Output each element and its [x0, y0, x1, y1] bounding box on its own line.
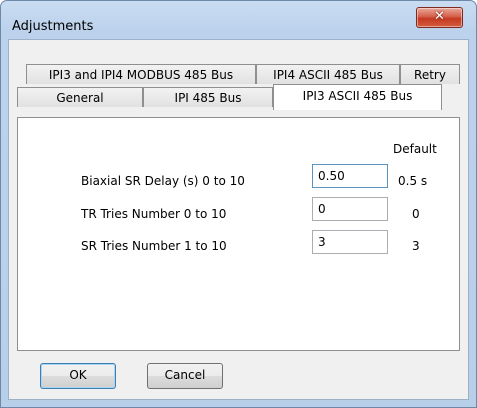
sr-tries-number-default: 3 — [412, 239, 420, 253]
tr-tries-number-field[interactable]: 0 — [312, 197, 388, 221]
biaxial-sr-delay-label: Biaxial SR Delay (s) 0 to 10 — [81, 174, 245, 188]
tab-general[interactable]: General — [17, 87, 143, 107]
sr-tries-number-label: SR Tries Number 1 to 10 — [81, 239, 227, 253]
tab-retry[interactable]: Retry — [400, 64, 460, 84]
ok-button[interactable]: OK — [40, 363, 116, 389]
tr-tries-number-label: TR Tries Number 0 to 10 — [81, 207, 227, 221]
close-button[interactable]: ✕ — [416, 7, 463, 28]
title-bar[interactable]: Adjustments ✕ — [1, 1, 476, 41]
tab-ipi4-ascii-485[interactable]: IPI4 ASCII 485 Bus — [256, 64, 400, 84]
tab-ipi3-ipi4-modbus-485[interactable]: IPI3 and IPI4 MODBUS 485 Bus — [26, 64, 256, 84]
tab-ipi3-ascii-485[interactable]: IPI3 ASCII 485 Bus — [273, 84, 442, 110]
cancel-button[interactable]: Cancel — [147, 363, 223, 389]
window-title: Adjustments — [12, 19, 94, 34]
tab-ipi-485[interactable]: IPI 485 Bus — [143, 87, 273, 107]
default-column-header: Default — [393, 142, 437, 156]
biaxial-sr-delay-default: 0.5 s — [398, 174, 428, 188]
sr-tries-number-field[interactable]: 3 — [312, 230, 388, 254]
tr-tries-number-default: 0 — [412, 207, 420, 221]
biaxial-sr-delay-field[interactable]: 0.50 — [312, 164, 388, 188]
close-icon: ✕ — [434, 9, 445, 24]
